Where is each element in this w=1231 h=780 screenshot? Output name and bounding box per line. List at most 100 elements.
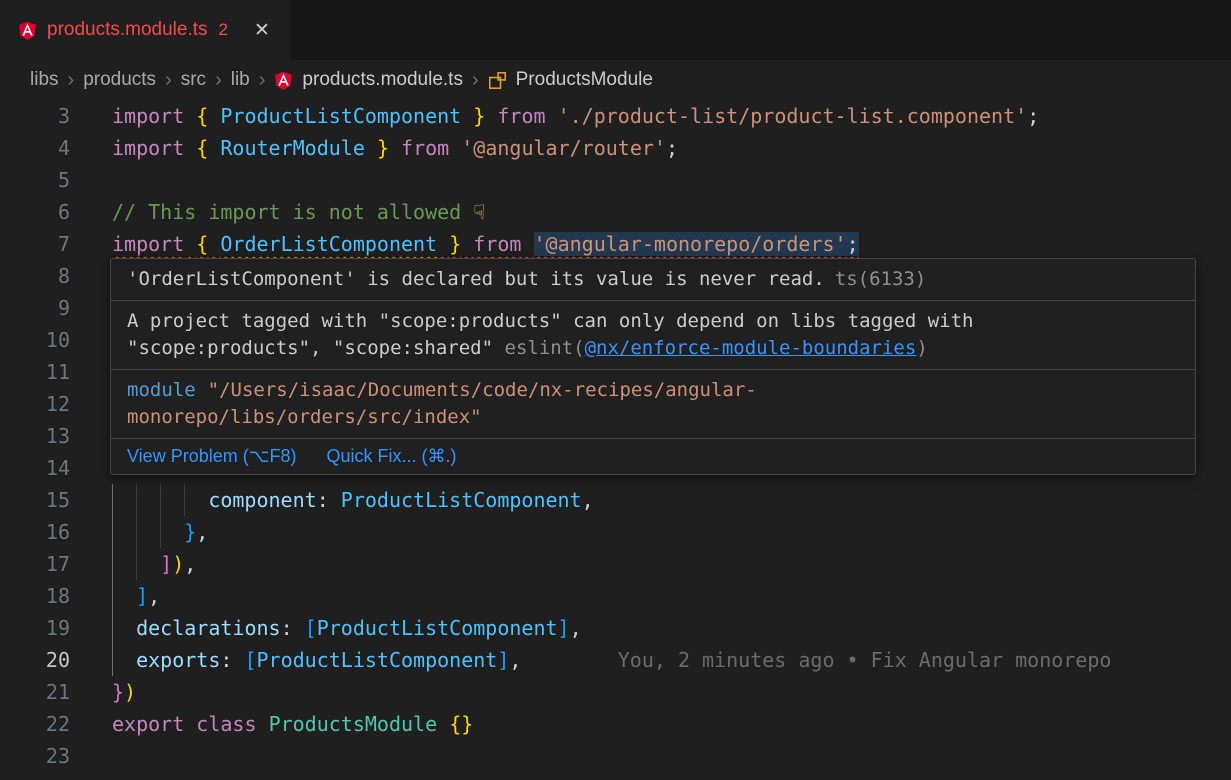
code-token bbox=[389, 136, 401, 160]
line-number[interactable]: 8 bbox=[0, 260, 70, 292]
code-token: ) bbox=[172, 552, 184, 576]
code-token: ] bbox=[136, 584, 148, 608]
code-line-4[interactable]: 4import { RouterModule } from '@angular/… bbox=[0, 132, 1231, 164]
breadcrumb-item-symbol[interactable]: ProductsModule bbox=[516, 69, 653, 91]
line-number[interactable]: 21 bbox=[0, 676, 70, 708]
indent-guide bbox=[112, 580, 136, 612]
code-text: import { OrderListComponent } from '@ang… bbox=[112, 232, 859, 256]
hover-eslint-source-open: eslint( bbox=[505, 337, 585, 359]
code-token: , bbox=[570, 616, 582, 640]
code-text: declarations: [ProductListComponent], bbox=[112, 616, 582, 640]
indent-guide bbox=[112, 516, 136, 548]
view-problem-link[interactable]: View Problem (⌥F8) bbox=[127, 443, 296, 470]
line-number[interactable]: 10 bbox=[0, 324, 70, 356]
code-line-23[interactable]: 23 bbox=[0, 740, 1231, 772]
code-token bbox=[208, 104, 220, 128]
code-text: exports: [ProductListComponent], You, 2 … bbox=[112, 648, 1111, 672]
code-line-17[interactable]: 17 ]), bbox=[0, 548, 1231, 580]
code-token: , bbox=[582, 488, 594, 512]
code-text: component: ProductListComponent, bbox=[112, 488, 594, 512]
line-number[interactable]: 11 bbox=[0, 356, 70, 388]
line-number[interactable]: 4 bbox=[0, 132, 70, 164]
code-line-20[interactable]: 20 exports: [ProductListComponent], You,… bbox=[0, 644, 1231, 676]
line-number[interactable]: 18 bbox=[0, 580, 70, 612]
code-token: class bbox=[196, 712, 256, 736]
tab-title: products.module.ts bbox=[47, 19, 208, 41]
code-token bbox=[461, 104, 473, 128]
code-token bbox=[546, 104, 558, 128]
code-line-7[interactable]: 7 import { OrderListComponent } from '@an… bbox=[0, 228, 1231, 260]
code-token: : bbox=[220, 648, 244, 672]
code-token bbox=[437, 232, 449, 256]
line-number[interactable]: 22 bbox=[0, 708, 70, 740]
code-token bbox=[184, 136, 196, 160]
code-token: ; bbox=[1027, 104, 1039, 128]
line-number[interactable]: 7 bbox=[0, 228, 70, 260]
code-token: ; bbox=[847, 232, 859, 256]
code-line-21[interactable]: 21}) bbox=[0, 676, 1231, 708]
chevron-right-icon: › bbox=[215, 70, 222, 90]
code-token: , bbox=[509, 648, 521, 672]
module-path-line2: monorepo/libs/orders/src/index" bbox=[127, 406, 482, 428]
code-token bbox=[184, 232, 196, 256]
code-token: ] bbox=[497, 648, 509, 672]
code-token: '@angular/router' bbox=[461, 136, 666, 160]
line-number[interactable]: 14 bbox=[0, 452, 70, 484]
indent-guide bbox=[136, 548, 160, 580]
hover-eslint-source-close: ) bbox=[916, 337, 927, 359]
line-number[interactable]: 19 bbox=[0, 612, 70, 644]
line-number[interactable]: 13 bbox=[0, 420, 70, 452]
code-token: export bbox=[112, 712, 184, 736]
code-token bbox=[365, 136, 377, 160]
breadcrumb-item-products[interactable]: products bbox=[83, 69, 156, 91]
line-number[interactable]: 3 bbox=[0, 100, 70, 132]
breadcrumb-item-file[interactable]: products.module.ts bbox=[302, 69, 463, 91]
code-token: ] bbox=[160, 552, 172, 576]
code-token: , bbox=[184, 552, 196, 576]
code-token: , bbox=[148, 584, 160, 608]
code-token: import bbox=[112, 104, 184, 128]
vscode-editor-window: products.module.ts 2 ✕ libs › products ›… bbox=[0, 0, 1231, 780]
code-line-16[interactable]: 16 }, bbox=[0, 516, 1231, 548]
problem-hover-widget: 'OrderListComponent' is declared but its… bbox=[110, 258, 1196, 475]
indent-guide bbox=[184, 484, 208, 516]
module-path-line1: "/Users/isaac/Documents/code/nx-recipes/… bbox=[208, 379, 757, 401]
hover-module-path: module"/Users/isaac/Documents/code/nx-re… bbox=[111, 370, 1195, 439]
blame-annotation: You, 2 minutes ago • Fix Angular monorep… bbox=[521, 648, 1111, 672]
line-number[interactable]: 12 bbox=[0, 388, 70, 420]
line-number[interactable]: 5 bbox=[0, 164, 70, 196]
tab-products-module[interactable]: products.module.ts 2 ✕ bbox=[0, 0, 290, 60]
quick-fix-link[interactable]: Quick Fix... (⌘.) bbox=[326, 443, 456, 470]
eslint-rule-link[interactable]: @nx/enforce-module-boundaries bbox=[585, 337, 917, 359]
code-token: ProductsModule bbox=[269, 712, 438, 736]
code-token: from bbox=[401, 136, 449, 160]
code-token bbox=[184, 104, 196, 128]
code-token: } bbox=[473, 104, 485, 128]
code-line-5[interactable]: 5 bbox=[0, 164, 1231, 196]
code-token: OrderListComponent bbox=[220, 232, 437, 256]
indent-guide bbox=[136, 516, 160, 548]
line-number[interactable]: 6 bbox=[0, 196, 70, 228]
breadcrumb-item-lib[interactable]: lib bbox=[231, 69, 250, 91]
indent-guide bbox=[112, 548, 136, 580]
code-line-3[interactable]: 3import { ProductListComponent } from '.… bbox=[0, 100, 1231, 132]
code-token bbox=[449, 136, 461, 160]
tab-error-count: 2 bbox=[219, 20, 228, 40]
code-line-18[interactable]: 18 ], bbox=[0, 580, 1231, 612]
line-number[interactable]: 16 bbox=[0, 516, 70, 548]
breadcrumb-item-libs[interactable]: libs bbox=[30, 69, 59, 91]
line-number[interactable]: 17 bbox=[0, 548, 70, 580]
line-number[interactable]: 15 bbox=[0, 484, 70, 516]
breadcrumb-item-src[interactable]: src bbox=[181, 69, 206, 91]
close-icon[interactable]: ✕ bbox=[254, 19, 270, 42]
line-number[interactable]: 9 bbox=[0, 292, 70, 324]
code-line-6[interactable]: 6// This import is not allowed ☟ bbox=[0, 196, 1231, 228]
line-number[interactable]: 20 bbox=[0, 644, 70, 676]
line-number[interactable]: 23 bbox=[0, 740, 70, 772]
code-line-19[interactable]: 19 declarations: [ProductListComponent], bbox=[0, 612, 1231, 644]
code-token: ; bbox=[666, 136, 678, 160]
code-line-15[interactable]: 15 component: ProductListComponent, bbox=[0, 484, 1231, 516]
hover-ts-message: 'OrderListComponent' is declared but its… bbox=[127, 268, 825, 290]
code-token: { bbox=[196, 136, 208, 160]
code-line-22[interactable]: 22export class ProductsModule {} bbox=[0, 708, 1231, 740]
